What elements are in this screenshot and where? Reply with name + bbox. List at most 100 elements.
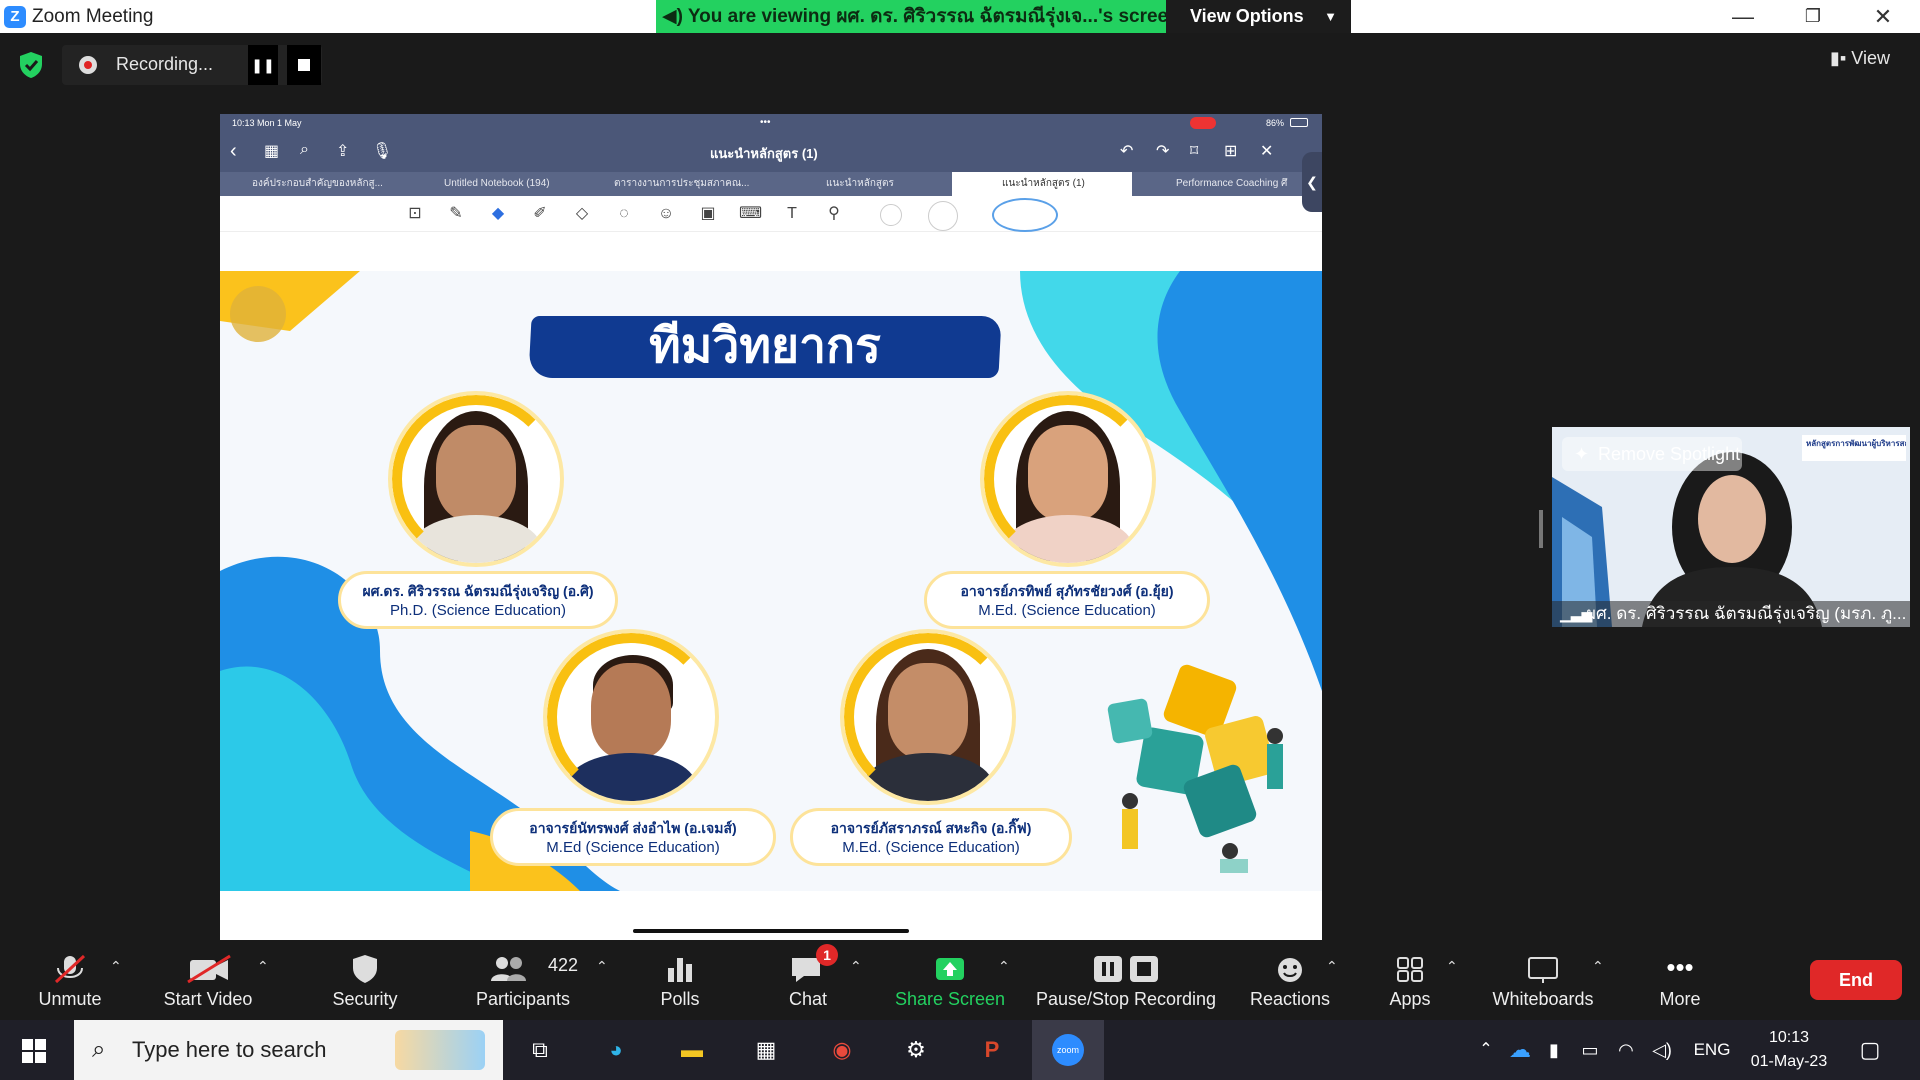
eraser-icon[interactable]: ◆ [487, 204, 509, 224]
language-indicator[interactable]: ENG [1688, 1030, 1736, 1070]
size-small-icon[interactable] [880, 204, 902, 226]
shapes-icon[interactable]: ◇ [571, 204, 593, 224]
chat-button[interactable]: 1 Chat [758, 940, 858, 1020]
pen-icon[interactable]: ✎ [445, 204, 467, 224]
stop-recording-button[interactable] [287, 45, 321, 85]
powerpoint-icon[interactable]: P [972, 1030, 1012, 1070]
participants-button[interactable]: 422 Participants [466, 940, 580, 1020]
share-icon[interactable]: ⇪ [336, 141, 349, 161]
participants-caret-icon[interactable]: ⌃ [596, 958, 608, 975]
windows-start-icon[interactable] [22, 1039, 46, 1063]
size-large-icon[interactable] [992, 198, 1058, 232]
back-icon[interactable]: ‹ [230, 140, 237, 163]
highlighter-icon[interactable]: ✐ [529, 204, 551, 224]
ipad-status-time: 10:13 Mon 1 May [232, 118, 302, 128]
spotlight-video-tile[interactable]: หลักสูตรการพัฒนาผู้บริหารสถานศึกษา ✦ Rem… [1552, 427, 1910, 627]
chat-badge: 1 [816, 944, 838, 966]
notebook-tab[interactable]: องค์ประกอบสำคัญของหลักสู... [224, 172, 404, 196]
zoom-taskbar-button[interactable]: zoom [1032, 1020, 1104, 1080]
view-options-button[interactable]: View Options ▼ [1166, 0, 1351, 33]
search-icon[interactable]: ⌕ [300, 141, 309, 159]
view-layout-icon: ▮▪ [1830, 48, 1852, 68]
view-button[interactable]: ▮▪ View [1830, 48, 1890, 69]
notebook-tab[interactable]: ตารางงานการประชุมสภาคณ... [586, 172, 776, 196]
notebook-title[interactable]: แนะนำหลักสูตร (1) [710, 143, 818, 164]
speaker-photo-1 [388, 391, 564, 567]
sticker-icon[interactable]: ☺ [655, 204, 677, 224]
whiteboards-button[interactable]: Whiteboards [1482, 940, 1604, 1020]
grid-icon[interactable]: ▦ [264, 141, 279, 161]
redo-icon[interactable]: ↷ [1156, 141, 1169, 161]
collapse-handle-icon[interactable]: ❮ [1302, 152, 1322, 212]
wifi-icon[interactable]: ◠ [1606, 1030, 1646, 1070]
drawing-toolbar: ⊡ ✎ ◆ ✐ ◇ ◌ ☺ ▣ ⌨ T ⚲ [220, 196, 1322, 232]
speaker-icon: ◀) [662, 6, 683, 27]
microsoft-store-icon[interactable]: ▦ [746, 1030, 786, 1070]
close-notebook-icon[interactable]: ✕ [1260, 141, 1273, 161]
search-highlight-icon [395, 1030, 485, 1070]
microphone-tray-icon[interactable]: ▮ [1534, 1030, 1574, 1070]
keyboard-icon[interactable]: ⌨ [739, 204, 762, 224]
undo-icon[interactable]: ↶ [1120, 141, 1133, 161]
bookmark-icon[interactable]: ⌑ [1190, 141, 1198, 161]
pause-stop-recording-button[interactable]: Pause/Stop Recording [1030, 940, 1222, 1020]
notebook-tab-active[interactable]: แนะนำหลักสูตร (1) [952, 172, 1132, 196]
participants-count: 422 [548, 955, 579, 975]
more-dots-icon: ••• [760, 117, 771, 128]
notebook-tab[interactable]: แนะนำหลักสูตร [782, 172, 962, 196]
recording-indicator: Recording... ❚❚ [62, 45, 322, 85]
notebook-tab[interactable]: Untitled Notebook (194) [410, 172, 580, 196]
speaker-photo-4 [840, 629, 1016, 805]
file-explorer-icon[interactable]: ▬ [672, 1030, 712, 1070]
image-icon[interactable]: ▣ [697, 204, 719, 224]
size-medium-icon[interactable] [928, 201, 958, 231]
taskbar-clock[interactable]: 10:13 01-May-23 [1744, 1026, 1834, 1074]
text-icon[interactable]: T [781, 204, 803, 224]
share-screen-button[interactable]: Share Screen [888, 940, 1012, 1020]
remove-spotlight-button[interactable]: ✦ Remove Spotlight [1562, 437, 1742, 471]
record-status-icon [1190, 117, 1216, 129]
apps-button[interactable]: Apps [1360, 940, 1460, 1020]
laser-pointer-icon[interactable]: ⚲ [823, 204, 845, 224]
chrome-browser-icon[interactable]: ◉ [822, 1030, 862, 1070]
notification-center-icon[interactable]: ▢ [1850, 1030, 1890, 1070]
security-button[interactable]: Security [315, 940, 415, 1020]
task-view-icon[interactable]: ⧉ [520, 1030, 560, 1070]
polls-icon [668, 958, 692, 982]
reactions-caret-icon[interactable]: ⌃ [1326, 958, 1338, 975]
more-button[interactable]: ••• More [1630, 940, 1730, 1020]
apps-caret-icon[interactable]: ⌃ [1446, 958, 1458, 975]
audio-options-caret-icon[interactable]: ⌃ [110, 958, 122, 975]
chat-caret-icon[interactable]: ⌃ [850, 958, 862, 975]
polls-button[interactable]: Polls [630, 940, 730, 1020]
edge-browser-icon[interactable]: ◕ [596, 1030, 636, 1070]
start-video-button[interactable]: Start Video [150, 940, 266, 1020]
unmute-label: Unmute [38, 989, 102, 1009]
clock-date: 01-May-23 [1750, 1053, 1828, 1070]
whiteboards-caret-icon[interactable]: ⌃ [1592, 958, 1604, 975]
notebook-tab[interactable]: Performance Coaching ศึ [1138, 172, 1322, 196]
settings-gear-icon[interactable]: ⚙ [896, 1030, 936, 1070]
end-meeting-button[interactable]: End [1810, 960, 1902, 1000]
battery-icon [1290, 118, 1308, 127]
video-options-caret-icon[interactable]: ⌃ [257, 958, 269, 975]
security-shield-icon[interactable] [18, 51, 44, 79]
close-button[interactable]: ✕ [1860, 0, 1906, 33]
resize-handle[interactable] [1539, 510, 1543, 548]
minimize-button[interactable]: — [1720, 0, 1766, 33]
shared-screen[interactable]: 10:13 Mon 1 May ••• 86% ‹ ▦ ⌕ ⇪ 🎙 แนะนำห… [220, 114, 1322, 941]
reactions-button[interactable]: Reactions [1240, 940, 1340, 1020]
image-scan-icon[interactable]: ⊡ [404, 204, 426, 224]
lasso-icon[interactable]: ◌ [613, 204, 635, 224]
volume-icon[interactable]: ◁) [1642, 1030, 1682, 1070]
clock-time: 10:13 [1768, 1029, 1810, 1046]
restore-button[interactable]: ❐ [1790, 0, 1836, 33]
taskbar-search-box[interactable]: ⌕ Type here to search [74, 1020, 503, 1080]
unmute-button[interactable]: Unmute [20, 940, 120, 1020]
share-options-caret-icon[interactable]: ⌃ [998, 958, 1010, 975]
add-page-icon[interactable]: ⊞ [1224, 141, 1237, 161]
battery-tray-icon[interactable]: ▭ [1570, 1030, 1610, 1070]
microphone-icon[interactable]: 🎙 [372, 141, 392, 161]
pause-recording-button[interactable]: ❚❚ [248, 45, 278, 85]
more-dots-icon: ••• [1666, 952, 1694, 982]
